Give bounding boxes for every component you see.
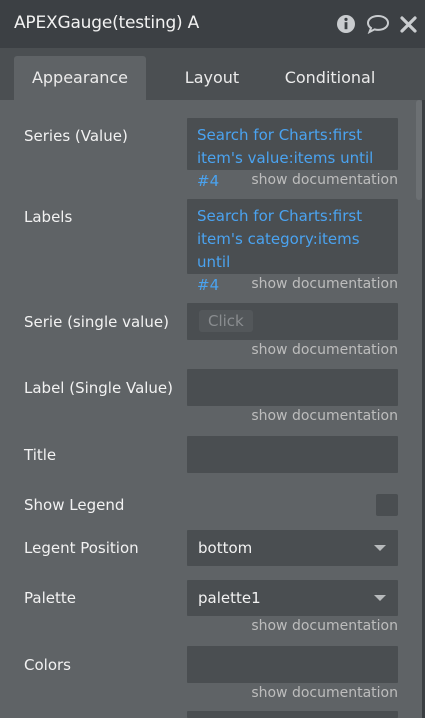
tab-layout[interactable]: Layout (160, 56, 264, 100)
label-single-value-input[interactable] (187, 369, 398, 406)
series-value-doc-link[interactable]: show documentation (251, 172, 398, 188)
series-value-expression[interactable]: Search for Charts:first item's value:ite… (187, 118, 398, 190)
colors-label: Colors (24, 656, 71, 674)
show-legend-checkbox[interactable] (376, 494, 398, 516)
legend-position-dropdown[interactable]: bottom (187, 530, 398, 566)
palette-label: Palette (24, 589, 76, 607)
title-label: Title (24, 446, 57, 464)
labels-expression-line-1: Search for Charts:first (197, 207, 363, 225)
labels-doc-link[interactable]: show documentation (251, 276, 398, 292)
title-input[interactable] (187, 436, 398, 473)
legend-position-value: bottom (198, 539, 253, 557)
tab-conditional[interactable]: Conditional (268, 56, 392, 100)
labels-expression-line-2: item's category:items until (197, 230, 360, 271)
close-icon[interactable] (400, 16, 417, 37)
series-value-label: Series (Value) (24, 127, 128, 145)
chevron-down-icon (374, 595, 386, 601)
info-icon[interactable] (336, 14, 356, 38)
serie-single-value-doc-link[interactable]: show documentation (251, 342, 398, 358)
comment-icon[interactable] (366, 14, 390, 38)
next-property-field[interactable] (187, 711, 398, 718)
show-legend-label: Show Legend (24, 496, 125, 514)
label-single-value-doc-link[interactable]: show documentation (251, 408, 398, 424)
tab-bar: Appearance Layout Conditional (0, 48, 425, 100)
click-button[interactable]: Click (199, 310, 253, 332)
palette-value: palette1 (198, 589, 261, 607)
property-editor-panel: APEXGauge(testing) A Appearance Layout C… (0, 0, 425, 718)
palette-doc-link[interactable]: show documentation (251, 618, 398, 634)
serie-single-value-field[interactable]: Click (187, 303, 398, 340)
colors-input[interactable] (187, 646, 398, 683)
chevron-down-icon (374, 545, 386, 551)
element-title: APEXGauge(testing) A (14, 13, 200, 33)
palette-dropdown[interactable]: palette1 (187, 580, 398, 616)
series-value-expression-line-1: Search for Charts:first (197, 126, 363, 144)
legend-position-label: Legent Position (24, 539, 139, 557)
colors-doc-link[interactable]: show documentation (251, 685, 398, 701)
title-bar: APEXGauge(testing) A (0, 0, 425, 48)
serie-single-value-label: Serie (single value) (24, 313, 169, 331)
labels-label: Labels (24, 208, 73, 226)
label-single-value-label: Label (Single Value) (24, 379, 174, 397)
tab-appearance[interactable]: Appearance (14, 56, 146, 100)
labels-expression[interactable]: Search for Charts:first item's category:… (187, 199, 398, 294)
